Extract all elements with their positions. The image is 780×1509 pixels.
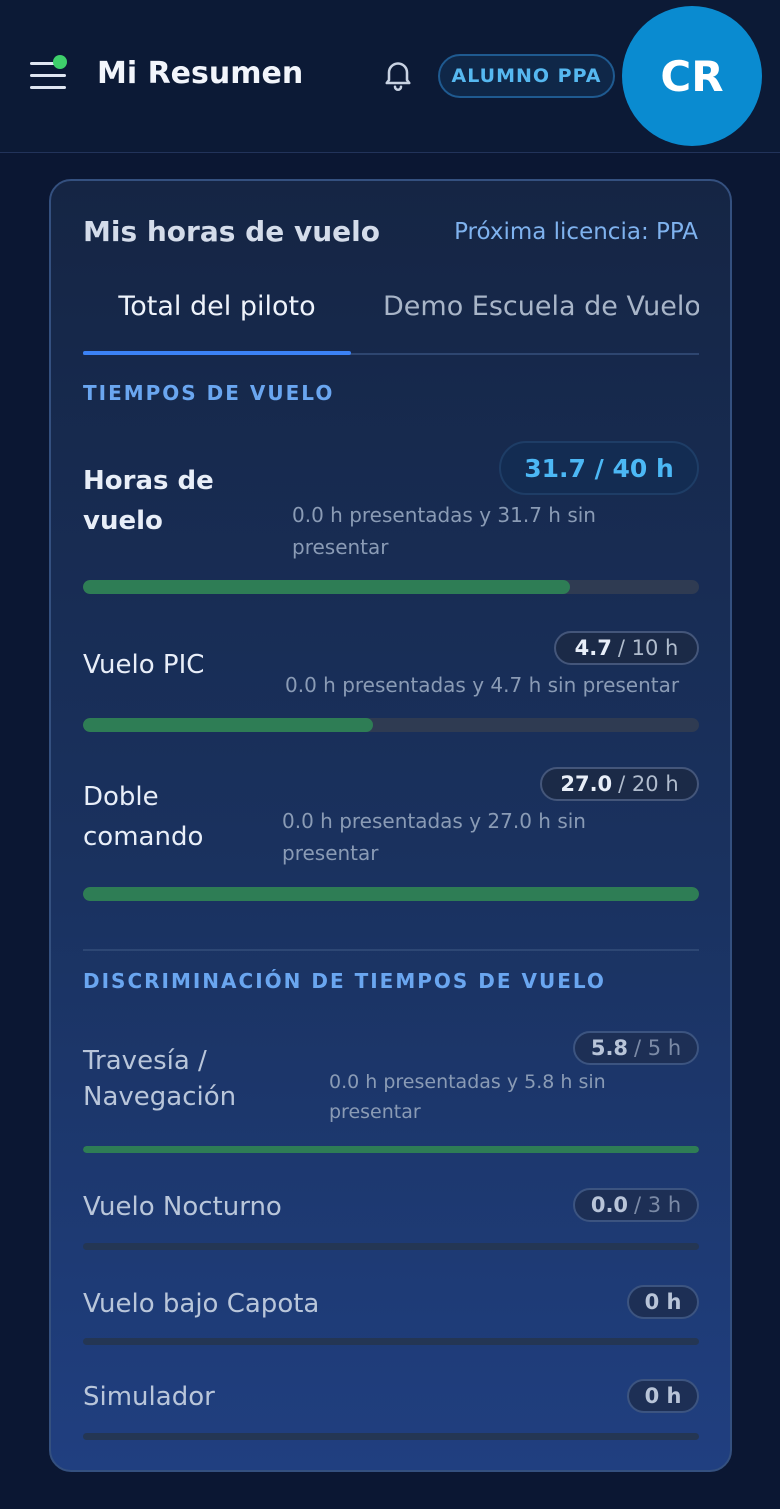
value-badge-vuelo-pic: 4.7 / 10 h [554, 631, 699, 665]
value-badge-simulador: 0 h [627, 1379, 699, 1413]
app-header: Mi Resumen ALUMNO PPA CR [0, 0, 780, 153]
progress-bar-travesia [83, 1146, 699, 1153]
progress-bar-vuelo-nocturno [83, 1243, 699, 1250]
progress-fill [83, 1146, 699, 1153]
row-label-vuelo-pic: Vuelo PIC [83, 650, 205, 680]
progress-bar-horas-vuelo [83, 580, 699, 594]
row-label-vuelo-nocturno: Vuelo Nocturno [83, 1192, 282, 1222]
progress-bar-simulador [83, 1433, 699, 1440]
row-label-travesia: Travesía / Navegación [83, 1046, 237, 1112]
row-label-vuelo-capota: Vuelo bajo Capota [83, 1289, 320, 1319]
menu-button[interactable] [30, 55, 67, 92]
section-title-flight-times: TIEMPOS DE VUELO [83, 381, 335, 405]
progress-fill [83, 887, 699, 901]
progress-fill [83, 580, 570, 594]
flight-hours-card: Mis horas de vuelo Próxima licencia: PPA… [49, 179, 732, 1472]
progress-bar-doble-comando [83, 887, 699, 901]
value-badge-vuelo-capota: 0 h [627, 1285, 699, 1319]
target: / 10 h [617, 636, 679, 660]
row-label-horas-vuelo: Horas de vuelo [83, 466, 214, 536]
value: 5.8 [590, 1036, 629, 1060]
row-detail-horas-vuelo: 0.0 h presentadas y 31.7 h sin presentar [292, 503, 596, 559]
menu-icon-bar [30, 74, 66, 77]
section-divider [83, 949, 699, 951]
target: / 3 h [634, 1193, 682, 1217]
card-title: Mis horas de vuelo [83, 215, 380, 248]
role-badge: ALUMNO PPA [438, 54, 615, 98]
tab-total-piloto[interactable]: Total del piloto [83, 285, 351, 355]
value: 27.0 [560, 772, 613, 796]
progress-bar-vuelo-capota [83, 1338, 699, 1345]
row-detail-travesia: 0.0 h presentadas y 5.8 h sin presentar [329, 1071, 606, 1123]
value-badge-doble-comando: 27.0 / 20 h [540, 767, 699, 801]
section-title-breakdown: DISCRIMINACIÓN DE TIEMPOS DE VUELO [83, 969, 606, 993]
progress-fill [83, 718, 373, 732]
notification-dot [53, 55, 67, 69]
value: 0 h [644, 1384, 682, 1408]
bell-icon[interactable] [380, 56, 416, 92]
page-title: Mi Resumen [97, 56, 304, 91]
target: / 20 h [618, 772, 679, 796]
menu-icon-bar [30, 86, 66, 89]
target: / 5 h [634, 1036, 682, 1060]
next-license-link[interactable]: Próxima licencia: PPA [454, 219, 698, 245]
row-detail-doble-comando: 0.0 h presentadas y 27.0 h sin presentar [282, 809, 586, 865]
row-detail-vuelo-pic: 0.0 h presentadas y 4.7 h sin presentar [285, 673, 680, 697]
hours-total-badge: 31.7 / 40 h [499, 441, 699, 495]
progress-bar-vuelo-pic [83, 718, 699, 732]
value: 0 h [644, 1290, 682, 1314]
value: 0.0 [590, 1193, 629, 1217]
value: 4.7 [574, 636, 612, 660]
row-label-simulador: Simulador [83, 1382, 215, 1412]
value-badge-travesia: 5.8 / 5 h [573, 1031, 699, 1065]
active-tab-indicator [83, 351, 351, 355]
tab-bar: Total del piloto Demo Escuela de Vuelo [83, 285, 699, 355]
avatar[interactable]: CR [622, 6, 762, 146]
value-badge-vuelo-nocturno: 0.0 / 3 h [573, 1188, 699, 1222]
row-label-doble-comando: Doble comando [83, 782, 204, 852]
tab-demo-escuela[interactable]: Demo Escuela de Vuelo [383, 285, 699, 355]
